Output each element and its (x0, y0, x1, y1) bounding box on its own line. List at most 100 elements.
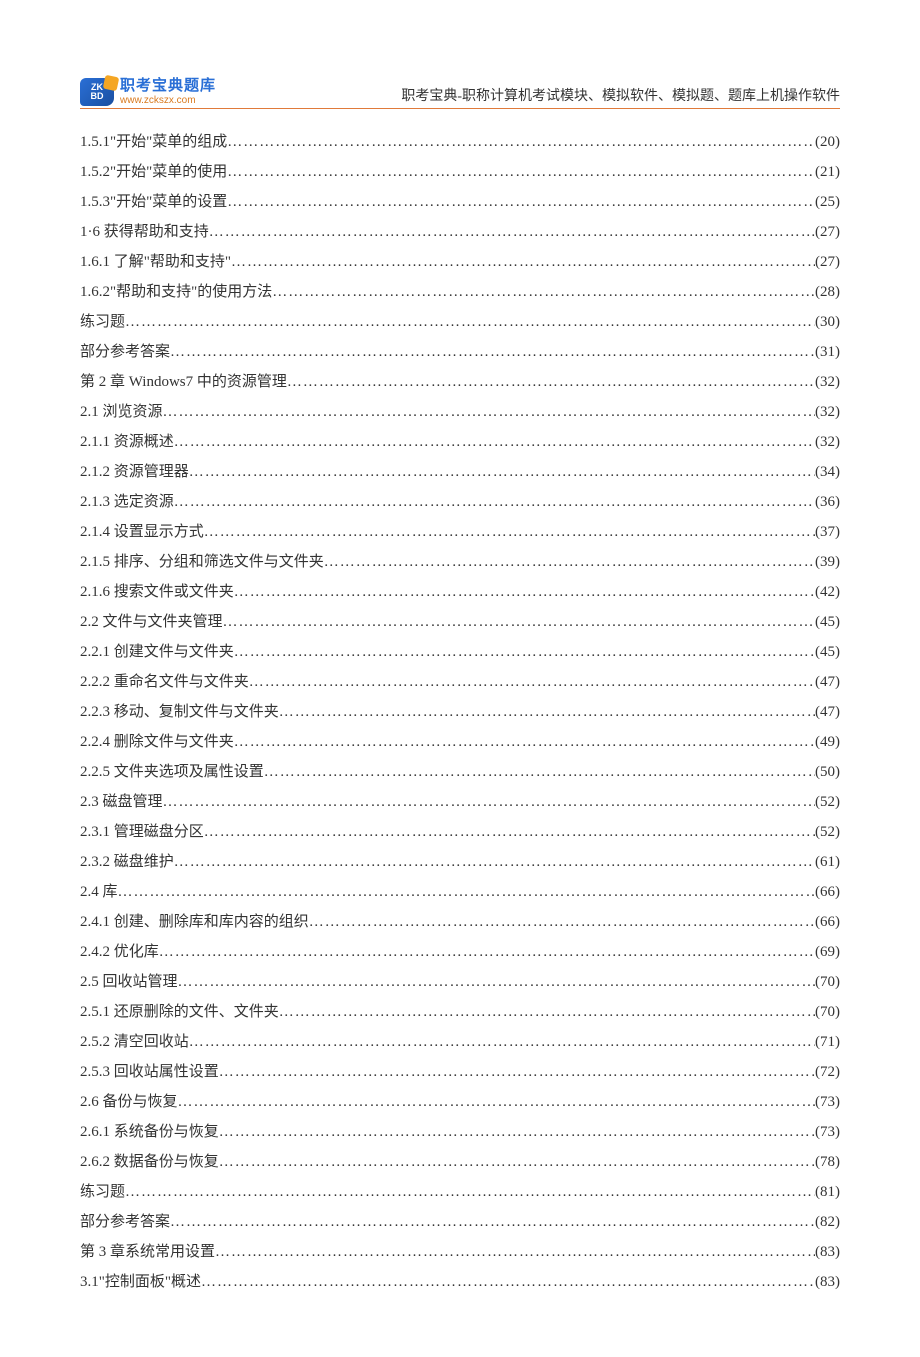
toc-leader-dots (309, 907, 815, 937)
toc-page: (34) (815, 457, 840, 487)
toc-leader-dots (324, 547, 815, 577)
toc-label: 2.5.1 还原删除的文件、文件夹 (80, 997, 279, 1027)
toc-row: 2.6 备份与恢复 (73) (80, 1087, 840, 1117)
toc-row: 2.2 文件与文件夹管理 (45) (80, 607, 840, 637)
toc-page: (42) (815, 577, 840, 607)
toc-leader-dots (215, 1237, 815, 1267)
toc-page: (47) (815, 667, 840, 697)
toc-label: 1.5.2"开始"菜单的使用 (80, 157, 227, 187)
header-title: 职考宝典-职称计算机考试模块、模拟软件、模拟题、题库上机操作软件 (401, 85, 840, 106)
toc-page: (69) (815, 937, 840, 967)
toc-row: 1·6 获得帮助和支持 (27) (80, 217, 840, 247)
toc-row: 2.3.1 管理磁盘分区 (52) (80, 817, 840, 847)
toc-label: 1·6 获得帮助和支持 (80, 217, 209, 247)
toc-row: 练习题 (30) (80, 307, 840, 337)
toc-label: 3.1"控制面板"概述 (80, 1267, 201, 1297)
toc-page: (37) (815, 517, 840, 547)
toc-label: 2.3 磁盘管理 (80, 787, 163, 817)
toc-row: 2.1.4 设置显示方式 (37) (80, 517, 840, 547)
toc-label: 2.6.1 系统备份与恢复 (80, 1117, 219, 1147)
toc-page: (47) (815, 697, 840, 727)
toc-leader-dots (189, 457, 815, 487)
toc-leader-dots (234, 727, 815, 757)
toc-page: (45) (815, 637, 840, 667)
toc-label: 1.6.2"帮助和支持"的使用方法 (80, 277, 272, 307)
toc-page: (20) (815, 127, 840, 157)
logo-text: 职考宝典题库 www.zckszx.com (120, 78, 216, 106)
document-page: ZKBD 职考宝典题库 www.zckszx.com 职考宝典-职称计算机考试模… (0, 0, 920, 1357)
toc-leader-dots (209, 217, 815, 247)
toc-leader-dots (227, 157, 815, 187)
logo-cn: 职考宝典题库 (120, 78, 216, 95)
toc-page: (66) (815, 877, 840, 907)
toc-label: 2.1.6 搜索文件或文件夹 (80, 577, 234, 607)
toc-row: 第 2 章 Windows7 中的资源管理 (32) (80, 367, 840, 397)
logo-badge-text: ZKBD (91, 83, 104, 101)
toc-label: 练习题 (80, 1177, 125, 1207)
toc-leader-dots (219, 1147, 815, 1177)
toc-page: (73) (815, 1117, 840, 1147)
toc-label: 1.5.3"开始"菜单的设置 (80, 187, 227, 217)
toc-label: 2.2.5 文件夹选项及属性设置 (80, 757, 264, 787)
toc-page: (72) (815, 1057, 840, 1087)
toc-leader-dots (170, 1207, 815, 1237)
toc-page: (78) (815, 1147, 840, 1177)
toc-label: 2.6.2 数据备份与恢复 (80, 1147, 219, 1177)
toc-row: 2.3.2 磁盘维护 (61) (80, 847, 840, 877)
toc-page: (70) (815, 967, 840, 997)
toc-label: 2.4.1 创建、删除库和库内容的组织 (80, 907, 309, 937)
toc-label: 2.1.2 资源管理器 (80, 457, 189, 487)
toc-label: 2.1 浏览资源 (80, 397, 163, 427)
toc-leader-dots (234, 577, 815, 607)
toc-leader-dots (219, 1057, 815, 1087)
toc-label: 部分参考答案 (80, 1207, 170, 1237)
toc-leader-dots (231, 247, 815, 277)
toc-label: 2.1.5 排序、分组和筛选文件与文件夹 (80, 547, 324, 577)
toc-leader-dots (163, 397, 815, 427)
toc-leader-dots (174, 427, 815, 457)
toc-row: 2.4.1 创建、删除库和库内容的组织 (66) (80, 907, 840, 937)
toc-leader-dots (279, 997, 815, 1027)
toc-row: 3.1"控制面板"概述 (83) (80, 1267, 840, 1297)
toc-row: 2.2.3 移动、复制文件与文件夹 (47) (80, 697, 840, 727)
toc-row: 2.1.1 资源概述 (32) (80, 427, 840, 457)
toc-leader-dots (272, 277, 815, 307)
toc-page: (82) (815, 1207, 840, 1237)
toc-row: 练习题 (81) (80, 1177, 840, 1207)
toc-leader-dots (174, 487, 815, 517)
toc-leader-dots (287, 367, 815, 397)
toc-row: 2.2.1 创建文件与文件夹 (45) (80, 637, 840, 667)
toc-leader-dots (204, 517, 815, 547)
toc-leader-dots (178, 1087, 815, 1117)
table-of-contents: 1.5.1"开始"菜单的组成 (20)1.5.2"开始"菜单的使用 (21)1.… (80, 127, 840, 1297)
toc-leader-dots (227, 127, 815, 157)
toc-leader-dots (204, 817, 815, 847)
logo: ZKBD 职考宝典题库 www.zckszx.com (80, 78, 216, 106)
toc-row: 1.5.1"开始"菜单的组成 (20) (80, 127, 840, 157)
toc-row: 部分参考答案 (82) (80, 1207, 840, 1237)
toc-page: (39) (815, 547, 840, 577)
toc-row: 2.3 磁盘管理 (52) (80, 787, 840, 817)
toc-label: 2.2.2 重命名文件与文件夹 (80, 667, 249, 697)
toc-row: 2.6.2 数据备份与恢复 (78) (80, 1147, 840, 1177)
logo-url: www.zckszx.com (120, 95, 216, 106)
toc-label: 2.5 回收站管理 (80, 967, 178, 997)
toc-leader-dots (189, 1027, 815, 1057)
toc-row: 2.1.5 排序、分组和筛选文件与文件夹 (39) (80, 547, 840, 577)
logo-icon: ZKBD (80, 78, 114, 106)
toc-leader-dots (163, 787, 815, 817)
toc-leader-dots (170, 337, 815, 367)
toc-label: 2.2.1 创建文件与文件夹 (80, 637, 234, 667)
toc-leader-dots (178, 967, 815, 997)
toc-leader-dots (264, 757, 815, 787)
toc-leader-dots (219, 1117, 815, 1147)
toc-page: (73) (815, 1087, 840, 1117)
toc-page: (52) (815, 787, 840, 817)
toc-page: (61) (815, 847, 840, 877)
toc-leader-dots (118, 877, 815, 907)
toc-row: 2.5 回收站管理 (70) (80, 967, 840, 997)
toc-page: (32) (815, 427, 840, 457)
toc-page: (83) (815, 1237, 840, 1267)
toc-row: 2.1.3 选定资源 (36) (80, 487, 840, 517)
toc-label: 2.1.1 资源概述 (80, 427, 174, 457)
